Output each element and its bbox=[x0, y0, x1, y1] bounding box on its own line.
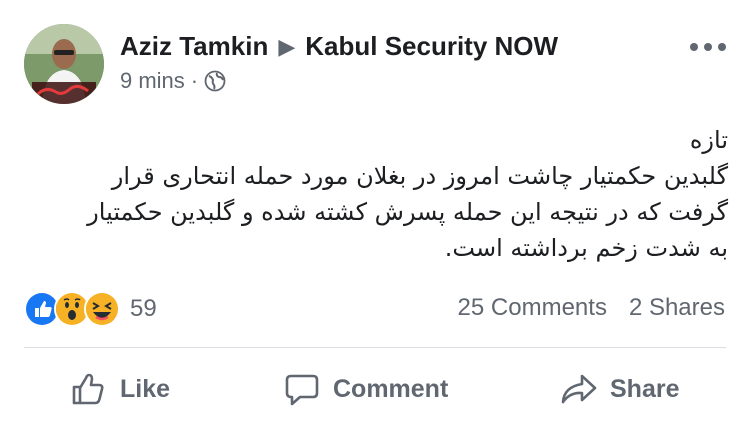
group-name[interactable]: Kabul Security NOW bbox=[305, 31, 558, 62]
post-meta: 9 mins · bbox=[120, 68, 226, 94]
engagement-stats: 25 Comments 2 Shares bbox=[458, 294, 725, 322]
like-button[interactable]: Like bbox=[70, 366, 170, 412]
share-button[interactable]: Share bbox=[560, 366, 679, 412]
post-text: تازه گلبدین حکمتیار چاشت امروز در بغلان … bbox=[20, 122, 728, 266]
post-text-line: به شدت زخم برداشته است. bbox=[444, 234, 728, 262]
comments-count-link[interactable]: 25 Comments bbox=[458, 294, 607, 322]
reactions-summary[interactable]: 59 bbox=[24, 291, 157, 327]
author-avatar[interactable] bbox=[24, 24, 104, 104]
post-text-line: گلبدین حکمتیار چاشت امروز در بغلان مورد … bbox=[111, 162, 728, 190]
post-timestamp[interactable]: 9 mins bbox=[120, 68, 185, 94]
post-text-line: گرفت که در نتیجه این حمله پسرش کشته شده … bbox=[87, 198, 728, 226]
meta-separator: · bbox=[190, 68, 199, 93]
divider bbox=[24, 347, 726, 348]
post-header-title: Aziz Tamkin ▶ Kabul Security NOW bbox=[120, 31, 558, 62]
share-label: Share bbox=[610, 374, 680, 403]
action-bar: Like Comment Share bbox=[0, 366, 750, 412]
reaction-count: 59 bbox=[130, 295, 157, 322]
more-options-icon[interactable] bbox=[690, 40, 726, 54]
facebook-post: Aziz Tamkin ▶ Kabul Security NOW 9 mins … bbox=[0, 0, 750, 427]
thumbs-up-icon bbox=[70, 370, 108, 408]
haha-reaction-icon bbox=[84, 291, 120, 327]
comment-label: Comment bbox=[333, 374, 449, 403]
like-label: Like bbox=[120, 374, 171, 403]
comment-bubble-icon bbox=[283, 370, 321, 408]
triangle-right-icon: ▶ bbox=[278, 33, 296, 59]
shares-count-link[interactable]: 2 Shares bbox=[629, 294, 725, 322]
post-text-line: تازه bbox=[689, 126, 728, 154]
globe-icon bbox=[204, 70, 226, 92]
comment-button[interactable]: Comment bbox=[283, 366, 448, 412]
share-arrow-icon bbox=[560, 370, 598, 408]
author-name[interactable]: Aziz Tamkin bbox=[120, 31, 268, 62]
